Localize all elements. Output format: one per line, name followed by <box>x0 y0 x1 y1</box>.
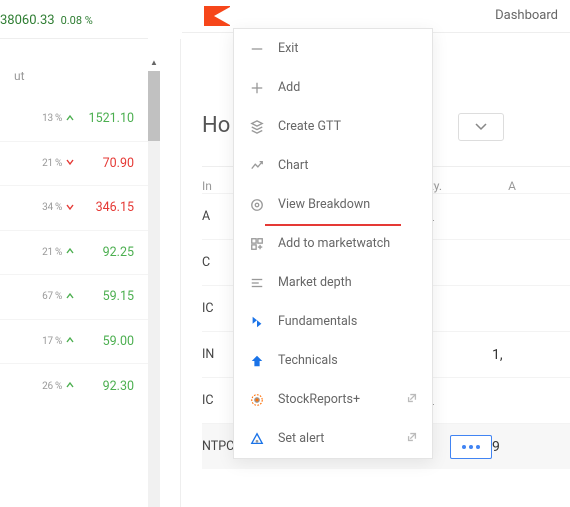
watchlist-pct: 26 % <box>32 381 62 392</box>
watchlist-filter-label: ut <box>0 69 148 83</box>
watchlist-price: 92.30 <box>76 379 134 394</box>
watchlist-row[interactable]: 17 % 59.00 <box>0 320 148 365</box>
cell-symbol: IC <box>202 393 236 408</box>
view-breakdown-icon <box>248 196 266 214</box>
col-avg[interactable]: A <box>492 179 532 193</box>
nav-dashboard[interactable]: Dashboard <box>495 8 558 23</box>
exit-icon <box>248 40 266 58</box>
menu-item-add[interactable]: Add <box>234 68 432 107</box>
watchlist-row[interactable]: 26 % 92.30 <box>0 364 148 409</box>
fundamentals-icon <box>248 313 266 331</box>
cell-symbol: IN <box>202 347 236 362</box>
market-depth-icon <box>248 274 266 292</box>
watchlist-pct: 21 % <box>32 247 62 258</box>
menu-item-label: Fundamentals <box>278 314 357 329</box>
menu-item-chart[interactable]: Chart <box>234 146 432 185</box>
menu-item-set-alert[interactable]: Set alert <box>234 419 432 458</box>
watchlist-row[interactable]: 21 % 92.25 <box>0 231 148 276</box>
watchlist-pct: 34 % <box>32 202 62 213</box>
cell-avg: 9 <box>492 439 542 455</box>
menu-item-label: Technicals <box>278 353 338 368</box>
menu-item-label: Exit <box>278 41 298 56</box>
watchlist-row[interactable]: 67 % 59.15 <box>0 275 148 320</box>
watchlist-pct: 21 % <box>32 158 62 169</box>
add-icon <box>248 79 266 97</box>
watchlist-price: 59.15 <box>76 289 134 304</box>
cell-symbol: NTPC <box>202 439 236 454</box>
watchlist-row[interactable]: 13 % 1521.10 <box>0 97 148 142</box>
menu-item-label: StockReports+ <box>278 392 360 407</box>
menu-item-stockreports[interactable]: StockReports+ <box>234 380 432 419</box>
watchlist-price: 59.00 <box>76 334 134 349</box>
cell-symbol: IC <box>202 301 236 316</box>
watchlist-price: 346.15 <box>76 200 134 215</box>
vertical-divider <box>180 39 181 507</box>
create-gtt-icon <box>248 118 266 136</box>
menu-item-technicals[interactable]: Technicals <box>234 341 432 380</box>
arrow-up-icon <box>64 247 76 257</box>
watchlist-panel: ut 13 % 1521.10 21 % 70.90 34 % 346.15 21 % 92.… <box>0 39 148 507</box>
arrow-up-icon <box>64 336 76 346</box>
menu-item-label: Add to marketwatch <box>278 236 390 251</box>
scroll-down-icon[interactable] <box>148 495 160 507</box>
more-options-button[interactable] <box>450 435 492 459</box>
scrollbar-thumb[interactable] <box>148 71 160 141</box>
scrollbar-track[interactable]: ▲ <box>148 71 160 507</box>
chart-icon <box>248 157 266 175</box>
cell-symbol: C <box>202 255 236 270</box>
index-pct: 0.08 % <box>61 14 93 27</box>
menu-item-exit[interactable]: Exit <box>234 29 432 68</box>
arrow-up-icon <box>64 292 76 302</box>
menu-item-label: Create GTT <box>278 119 341 134</box>
watchlist-price: 92.25 <box>76 245 134 260</box>
menu-item-label: Market depth <box>278 275 352 290</box>
watchlist-price: 70.90 <box>76 156 134 171</box>
menu-item-fundamentals[interactable]: Fundamentals <box>234 302 432 341</box>
watchlist-row[interactable]: 21 % 70.90 <box>0 142 148 187</box>
menu-item-label: View Breakdown <box>278 197 370 212</box>
arrow-down-icon <box>64 203 76 213</box>
menu-item-label: Add <box>278 80 300 95</box>
external-link-icon <box>406 431 418 447</box>
highlight-underline <box>265 224 401 226</box>
watchlist-price: 1521.10 <box>76 111 134 126</box>
watchlist-pct: 67 % <box>32 291 62 302</box>
external-link-icon <box>406 392 418 408</box>
menu-item-label: Chart <box>278 158 308 173</box>
page-title-text: Ho <box>202 113 230 138</box>
watchlist-pct: 13 % <box>32 113 62 124</box>
menu-item-label: Set alert <box>278 431 324 446</box>
menu-item-view-breakdown[interactable]: View Breakdown <box>234 185 432 224</box>
chevron-down-icon <box>475 123 487 131</box>
menu-item-market-depth[interactable]: Market depth <box>234 263 432 302</box>
scroll-up-icon[interactable]: ▲ <box>148 57 160 69</box>
technicals-icon <box>248 352 266 370</box>
cell-symbol: A <box>202 209 236 224</box>
menu-item-create-gtt[interactable]: Create GTT <box>234 107 432 146</box>
index-value: 38060.33 <box>0 5 55 28</box>
arrow-down-icon <box>64 158 76 168</box>
brand-logo-icon[interactable] <box>204 6 230 26</box>
watchlist-pct: 17 % <box>32 336 62 347</box>
stockreports-icon <box>248 391 266 409</box>
holdings-filter-dropdown[interactable] <box>458 113 504 141</box>
menu-item-add-marketwatch[interactable]: Add to marketwatch <box>234 224 432 263</box>
arrow-up-icon <box>64 114 76 124</box>
watchlist-row[interactable]: 34 % 346.15 <box>0 186 148 231</box>
set-alert-icon <box>248 430 266 448</box>
cell-avg: 1, <box>492 347 542 363</box>
context-menu: Exit Add Create GTT Chart View Breakdown Add … <box>233 28 433 459</box>
arrow-up-icon <box>64 381 76 391</box>
add-marketwatch-icon <box>248 235 266 253</box>
